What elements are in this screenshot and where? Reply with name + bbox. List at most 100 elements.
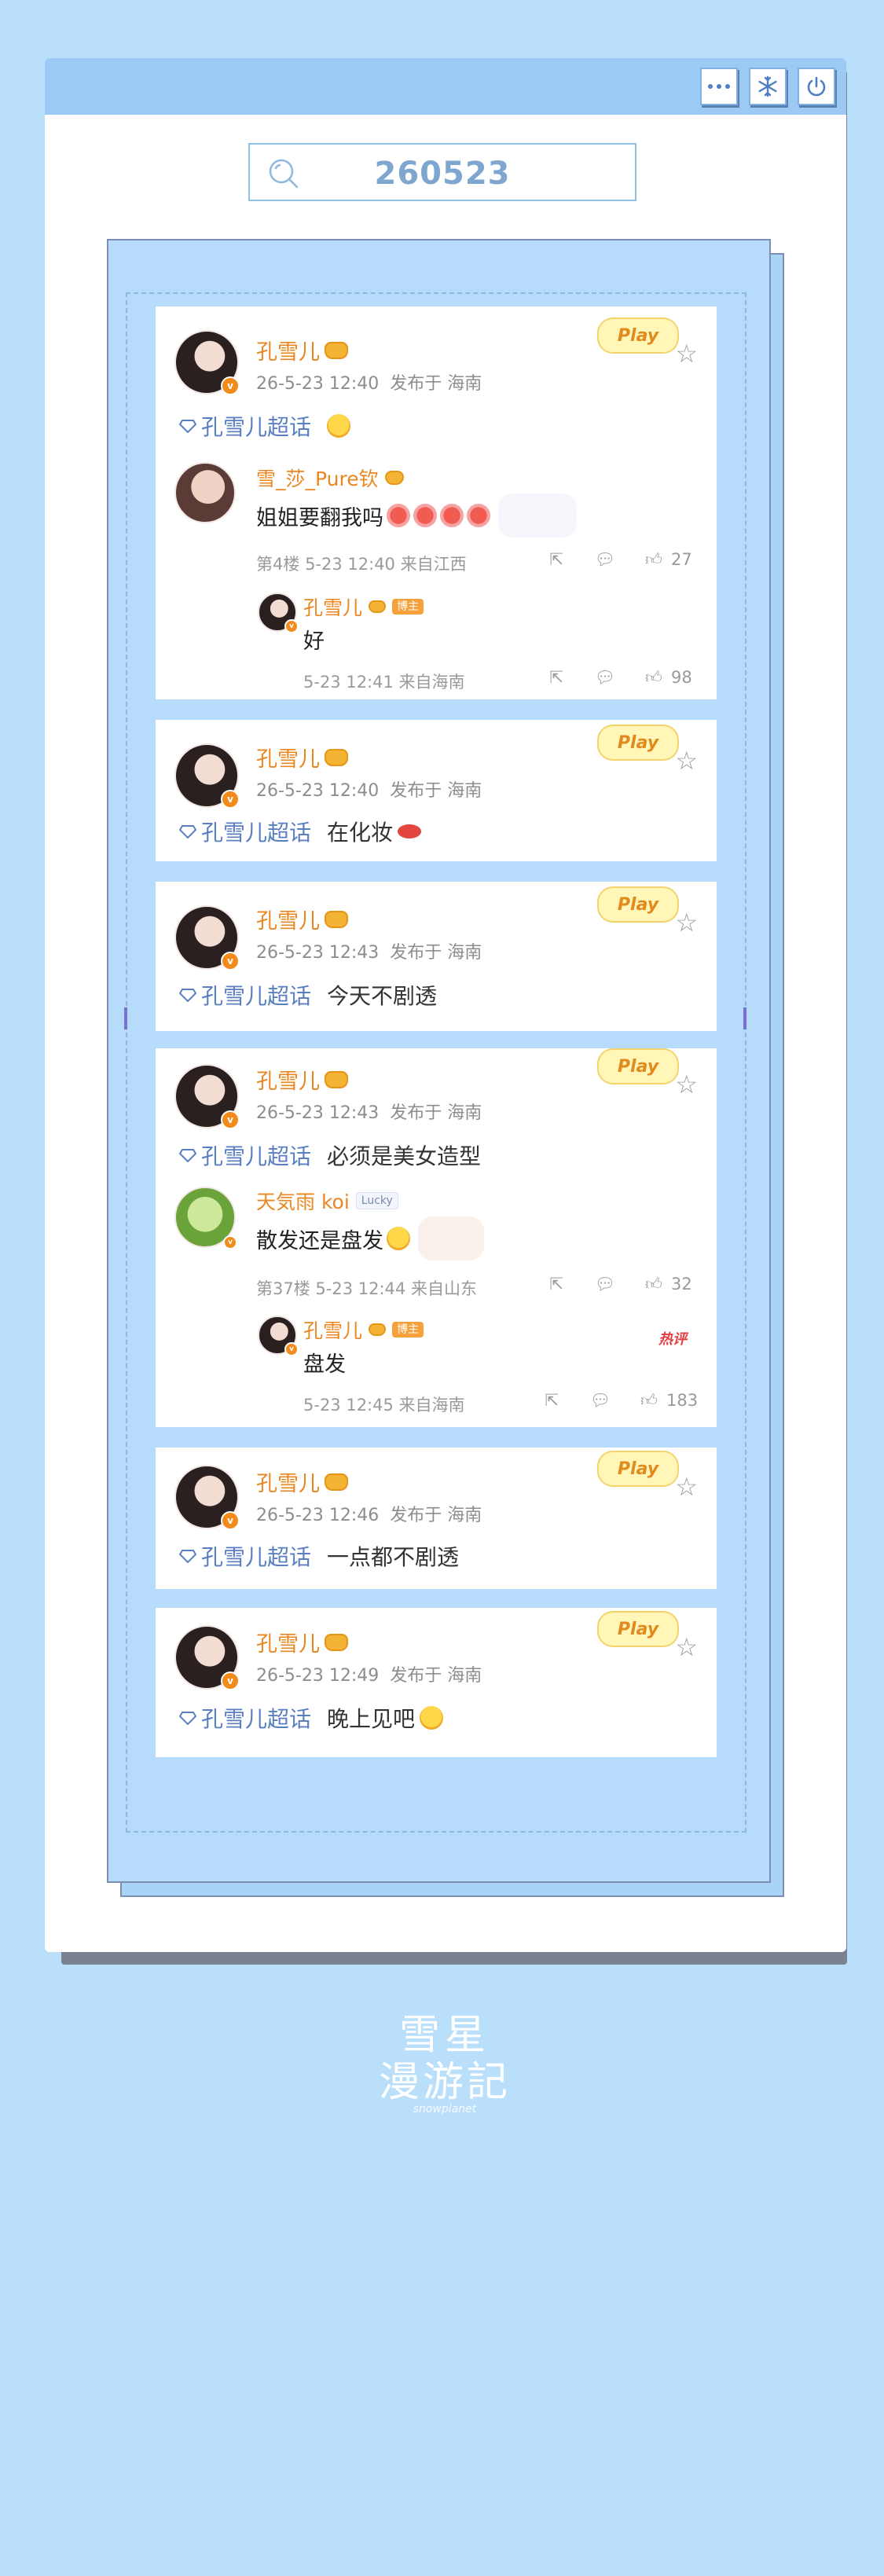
lucky-tag: Lucky: [355, 1192, 398, 1209]
crown-icon: [369, 600, 387, 613]
comment-icon[interactable]: 💬︎: [594, 550, 616, 569]
post-card[interactable]: v 孔雪儿 26-5-23 12:40 发布于 海南 Play ☆ 孔雪儿超话 …: [156, 720, 717, 861]
star-icon[interactable]: ☆: [675, 1474, 698, 1499]
comment-meta: 第4楼 5-23 12:40 来自江西: [256, 555, 467, 574]
post-content: 孔雪儿超话 一点都不剧透: [179, 1540, 459, 1572]
post-content: 孔雪儿超话 必须是美女造型: [179, 1139, 481, 1171]
search-box[interactable]: 260523: [248, 143, 636, 201]
emoji-icon: [420, 1706, 444, 1730]
play-sticker: Play: [597, 1611, 679, 1647]
post-username[interactable]: 孔雪儿: [256, 1466, 348, 1497]
post-meta: 26-5-23 12:40 发布于 海南: [256, 374, 482, 394]
avatar[interactable]: v: [174, 1625, 240, 1690]
comment-username[interactable]: 雪_莎_Pure钦: [256, 464, 404, 492]
comment-icon[interactable]: 💬︎: [594, 668, 616, 687]
diamond-icon: [179, 825, 196, 838]
post-username[interactable]: 孔雪儿: [256, 335, 348, 365]
topic-link[interactable]: 孔雪儿超话: [179, 816, 311, 847]
play-sticker: Play: [597, 317, 679, 354]
share-icon[interactable]: ⇱: [545, 1275, 567, 1294]
post-card[interactable]: v 孔雪儿 26-5-23 12:49 发布于 海南 Play ☆ 孔雪儿超话 …: [156, 1608, 717, 1757]
comment-text: 姐姐要翻我吗: [256, 494, 577, 538]
reply-text: 盘发: [303, 1352, 346, 1377]
star-icon[interactable]: ☆: [675, 1635, 698, 1660]
crown-icon: [369, 1323, 387, 1336]
avatar[interactable]: v: [174, 1465, 240, 1530]
star-icon[interactable]: ☆: [675, 748, 698, 773]
window-titlebar: [45, 58, 846, 115]
diamond-icon: [179, 1550, 196, 1563]
post-content: 孔雪儿超话: [179, 410, 351, 442]
reply-username[interactable]: 孔雪儿 博主: [303, 1316, 424, 1344]
reply-actions: ⇱ 💬︎ 👍︎ 183: [541, 1391, 698, 1411]
play-sticker: Play: [597, 1451, 679, 1487]
power-button[interactable]: [798, 68, 835, 105]
post-card[interactable]: v 孔雪儿 26-5-23 12:40 发布于 海南 Play ☆ 孔雪儿超话 …: [156, 306, 717, 699]
crown-icon: [325, 1070, 348, 1088]
post-content: 孔雪儿超话 在化妆: [179, 816, 422, 847]
post-text: 今天不剧透: [327, 983, 438, 1009]
comment-icon[interactable]: 💬︎: [589, 1391, 611, 1410]
more-button[interactable]: [700, 68, 738, 105]
comment-username[interactable]: 天気雨 koi Lucky: [256, 1187, 398, 1215]
post-card[interactable]: v 孔雪儿 26-5-23 12:46 发布于 海南 Play ☆ 孔雪儿超话 …: [156, 1448, 717, 1589]
post-text: 晚上见吧: [327, 1706, 416, 1732]
sticker-image: [498, 494, 577, 538]
diamond-icon: [179, 989, 196, 1002]
diamond-icon: [179, 420, 196, 433]
share-icon[interactable]: ⇱: [545, 668, 567, 687]
snowflake-button[interactable]: [749, 68, 787, 105]
avatar[interactable]: v: [174, 743, 240, 809]
topic-link[interactable]: 孔雪儿超话: [179, 1702, 311, 1734]
logo-line-1: 雪星: [398, 2012, 490, 2059]
topic-link[interactable]: 孔雪儿超话: [179, 1139, 311, 1171]
author-tag: 博主: [392, 599, 424, 615]
post-content: 孔雪儿超话 今天不剧透: [179, 979, 437, 1011]
diamond-icon: [179, 1149, 196, 1162]
topic-link[interactable]: 孔雪儿超话: [179, 410, 311, 442]
emoji-icon: [387, 504, 410, 527]
like-icon[interactable]: 👍︎: [643, 550, 665, 569]
avatar[interactable]: v: [174, 1064, 240, 1129]
reply-avatar[interactable]: v: [258, 1316, 299, 1356]
star-icon[interactable]: ☆: [675, 1072, 698, 1097]
snowflake-icon: [758, 75, 777, 97]
comment-avatar[interactable]: [174, 462, 236, 523]
comment-actions: ⇱ 💬︎ 👍︎ 27: [545, 550, 692, 570]
post-text: 必须是美女造型: [327, 1143, 482, 1169]
post-meta: 26-5-23 12:46 发布于 海南: [256, 1506, 482, 1525]
reply-avatar[interactable]: v: [258, 593, 299, 633]
share-icon[interactable]: ⇱: [545, 550, 567, 569]
avatar[interactable]: v: [174, 905, 240, 971]
topic-link[interactable]: 孔雪儿超话: [179, 1540, 311, 1572]
star-icon[interactable]: ☆: [675, 341, 698, 366]
post-username[interactable]: 孔雪儿: [256, 1064, 348, 1095]
like-icon[interactable]: 👍︎: [643, 668, 665, 687]
post-card[interactable]: v 孔雪儿 26-5-23 12:43 发布于 海南 Play ☆ 孔雪儿超话 …: [156, 1048, 717, 1427]
emoji-icon: [467, 504, 490, 527]
post-username[interactable]: 孔雪儿: [256, 742, 348, 772]
frame-marker-left: [124, 1007, 127, 1029]
logo-line-2: 漫游記: [378, 2059, 511, 2106]
comment-meta: 第37楼 5-23 12:44 来自山东: [256, 1279, 477, 1298]
avatar[interactable]: v: [174, 330, 240, 395]
like-count: 27: [671, 550, 692, 569]
share-icon[interactable]: ⇱: [541, 1391, 563, 1410]
like-icon[interactable]: 👍︎: [643, 1275, 665, 1294]
comment-actions: ⇱ 💬︎ 👍︎ 32: [545, 1275, 692, 1294]
star-icon[interactable]: ☆: [675, 910, 698, 935]
post-username[interactable]: 孔雪儿: [256, 1627, 348, 1657]
logo-line-3: snowplanet: [413, 2103, 477, 2115]
comment-avatar[interactable]: v: [174, 1187, 237, 1249]
topic-link[interactable]: 孔雪儿超话: [179, 979, 311, 1011]
comment-icon[interactable]: 💬︎: [594, 1275, 616, 1294]
crown-icon: [325, 910, 348, 928]
post-username[interactable]: 孔雪儿: [256, 904, 348, 934]
emoji-icon: [327, 414, 351, 438]
post-content: 孔雪儿超话 晚上见吧: [179, 1702, 444, 1734]
like-icon[interactable]: 👍︎: [638, 1391, 660, 1410]
emoji-icon: [440, 504, 464, 527]
post-card[interactable]: v 孔雪儿 26-5-23 12:43 发布于 海南 Play ☆ 孔雪儿超话 …: [156, 882, 717, 1031]
crown-icon: [325, 341, 348, 359]
reply-username[interactable]: 孔雪儿 博主: [303, 593, 424, 621]
